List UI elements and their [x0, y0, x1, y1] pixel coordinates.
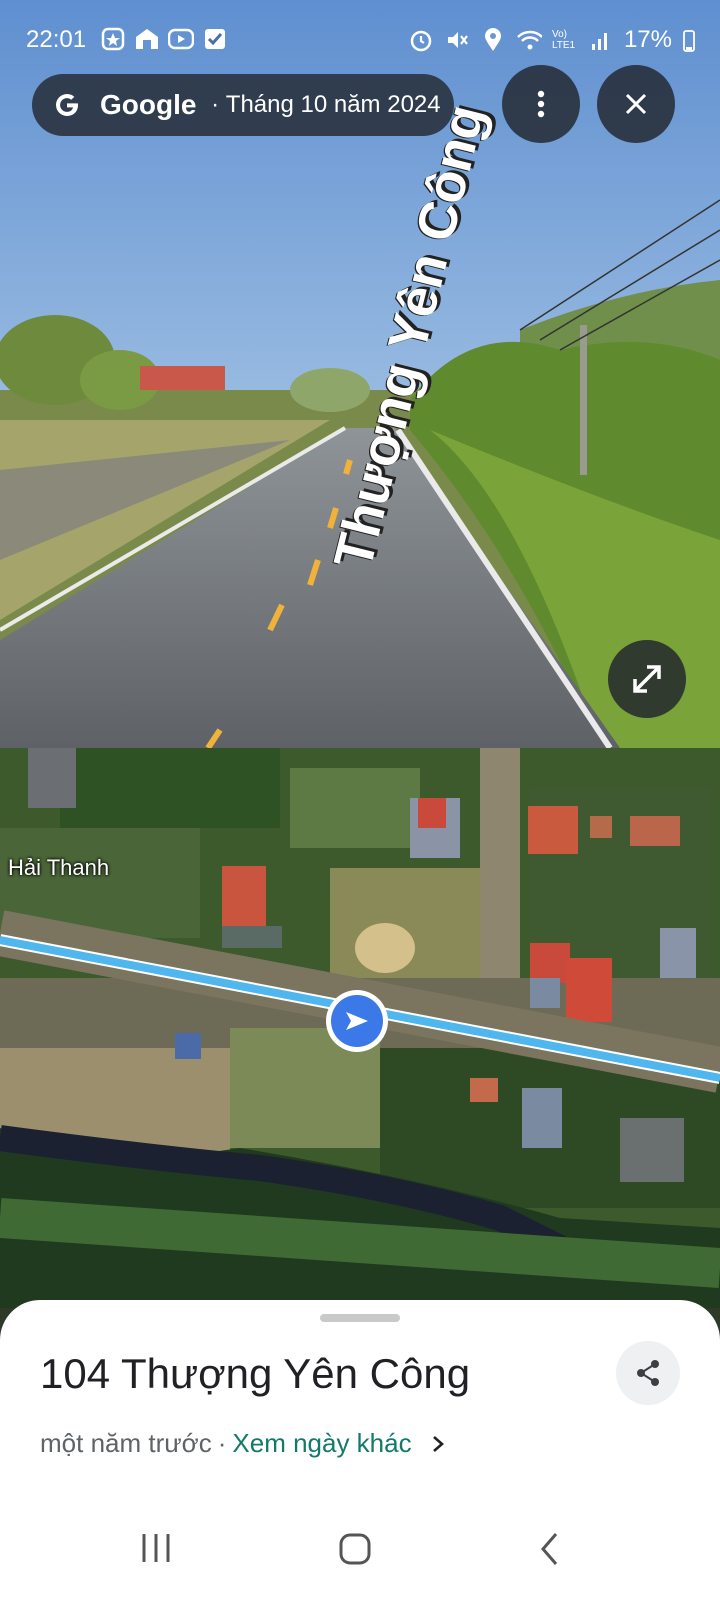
- place-title: 104 Thượng Yên Công: [40, 1350, 471, 1397]
- check-icon: [202, 26, 228, 52]
- google-g-icon: [56, 94, 78, 116]
- home-icon[interactable]: [338, 1532, 372, 1566]
- expand-icon: [633, 665, 661, 693]
- google-brand: Google: [100, 89, 197, 120]
- sheet-drag-handle[interactable]: [320, 1314, 400, 1322]
- expand-button[interactable]: [608, 640, 686, 718]
- battery-icon: [682, 27, 696, 53]
- location-pegman[interactable]: [326, 990, 388, 1052]
- imagery-subtitle: một năm trước · Xem ngày khác: [40, 1428, 446, 1459]
- map-place-label: Hải Thanh: [8, 855, 110, 880]
- network-label: Vo) LTE1: [551, 29, 576, 51]
- direction-arrow-icon: [346, 1012, 368, 1030]
- chevron-right-icon[interactable]: [430, 1434, 446, 1454]
- system-nav-bar: [0, 1520, 720, 1599]
- app-icon: [100, 26, 126, 52]
- location-icon: [480, 27, 506, 53]
- close-button[interactable]: [597, 65, 675, 143]
- signal-icon: [588, 27, 614, 53]
- more-vert-icon: [537, 90, 545, 118]
- battery-percent: 17%: [623, 26, 672, 53]
- system-icons: Vo) LTE1 17%: [408, 26, 696, 54]
- share-button[interactable]: [616, 1341, 680, 1405]
- pin-circle: [331, 995, 383, 1047]
- wifi-icon: [516, 27, 542, 53]
- time-ago: một năm trước: [40, 1428, 212, 1458]
- recents-icon[interactable]: [140, 1532, 174, 1564]
- mute-icon: [444, 27, 470, 53]
- alarm-icon: [408, 27, 434, 53]
- subtitle-separator: ·: [217, 1428, 227, 1458]
- imagery-date: · Tháng 10 năm 2024: [204, 91, 441, 118]
- other-dates-link[interactable]: Xem ngày khác: [232, 1428, 411, 1459]
- status-time: 22:01: [26, 26, 87, 53]
- close-icon: [625, 93, 647, 115]
- notification-icons: [100, 26, 228, 52]
- share-icon: [637, 1360, 659, 1386]
- home-app-icon: [134, 26, 160, 52]
- status-bar: 22:01 Vo) LTE1 17%: [0, 0, 720, 80]
- imagery-info-pill[interactable]: Google · Tháng 10 năm 2024: [32, 74, 454, 136]
- back-icon[interactable]: [538, 1532, 562, 1566]
- more-options-button[interactable]: [502, 65, 580, 143]
- play-icon: [168, 26, 194, 52]
